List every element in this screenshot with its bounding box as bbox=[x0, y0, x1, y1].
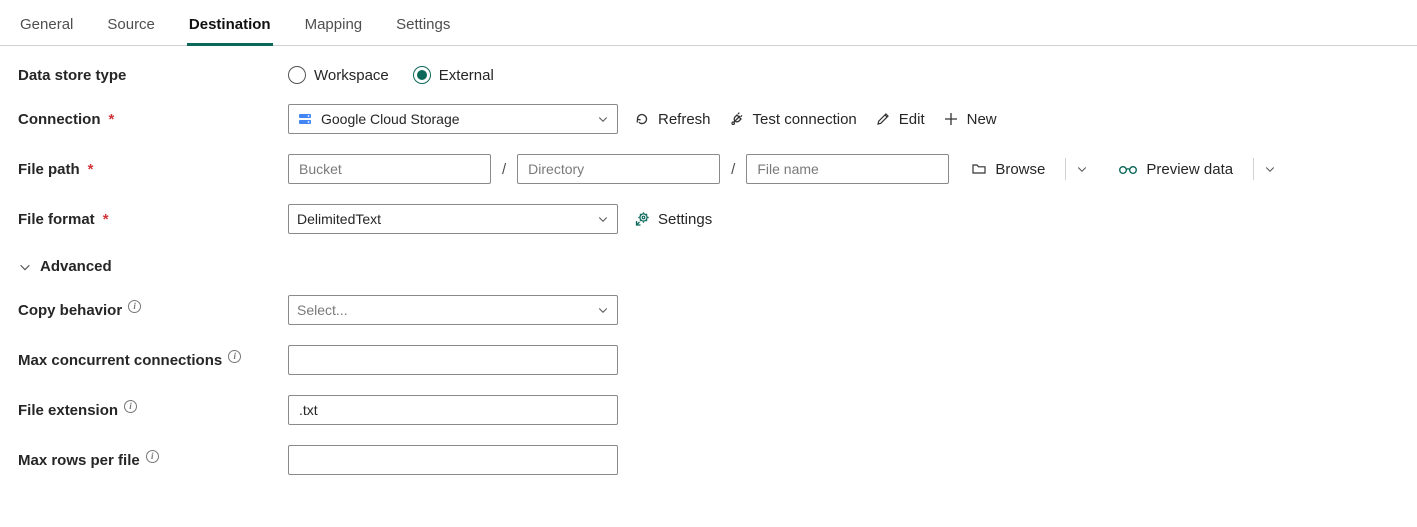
refresh-icon bbox=[634, 111, 650, 127]
format-settings-label: Settings bbox=[658, 211, 712, 228]
filename-input[interactable] bbox=[746, 154, 949, 184]
browse-more-button[interactable] bbox=[1065, 158, 1088, 180]
label-data-store-type: Data store type bbox=[18, 67, 278, 84]
info-icon[interactable]: i bbox=[124, 400, 137, 413]
label-file-path: File path* bbox=[18, 161, 278, 178]
preview-data-button[interactable]: Preview data bbox=[1116, 161, 1235, 178]
refresh-label: Refresh bbox=[658, 111, 711, 128]
file-format-select[interactable]: DelimitedText bbox=[288, 204, 618, 234]
path-separator: / bbox=[730, 161, 736, 178]
info-icon[interactable]: i bbox=[146, 450, 159, 463]
required-icon: * bbox=[109, 111, 115, 128]
directory-input[interactable] bbox=[517, 154, 720, 184]
destination-form: Data store type Workspace External Conne… bbox=[0, 46, 1417, 475]
label-max-rows: Max rows per file i bbox=[18, 452, 278, 469]
radio-external-label: External bbox=[439, 67, 494, 84]
tab-destination[interactable]: Destination bbox=[187, 8, 273, 46]
max-rows-input[interactable] bbox=[288, 445, 618, 475]
radio-dot-icon bbox=[413, 66, 431, 84]
plus-icon bbox=[943, 111, 959, 127]
chevron-down-icon bbox=[597, 304, 609, 316]
path-separator: / bbox=[501, 161, 507, 178]
test-connection-button[interactable]: Test connection bbox=[727, 111, 859, 128]
required-icon: * bbox=[88, 161, 94, 178]
radio-dot-icon bbox=[288, 66, 306, 84]
info-icon[interactable]: i bbox=[128, 300, 141, 313]
max-concurrent-input[interactable] bbox=[288, 345, 618, 375]
google-cloud-storage-icon bbox=[297, 111, 313, 127]
label-connection: Connection* bbox=[18, 111, 278, 128]
chevron-down-icon bbox=[1264, 163, 1276, 175]
label-file-format: File format* bbox=[18, 211, 278, 228]
file-path-group: / / bbox=[288, 154, 949, 184]
edit-button[interactable]: Edit bbox=[873, 111, 927, 128]
preview-label: Preview data bbox=[1146, 161, 1233, 178]
new-label: New bbox=[967, 111, 997, 128]
test-connection-label: Test connection bbox=[753, 111, 857, 128]
folder-icon bbox=[971, 161, 987, 177]
tab-general[interactable]: General bbox=[18, 8, 75, 46]
new-button[interactable]: New bbox=[941, 111, 999, 128]
pencil-icon bbox=[875, 111, 891, 127]
label-file-extension: File extension i bbox=[18, 402, 278, 419]
glasses-icon bbox=[1118, 163, 1138, 175]
tab-mapping[interactable]: Mapping bbox=[303, 8, 365, 46]
connection-value: Google Cloud Storage bbox=[321, 111, 460, 127]
plug-icon bbox=[729, 111, 745, 127]
chevron-down-icon bbox=[597, 113, 609, 125]
file-format-value: DelimitedText bbox=[297, 211, 381, 227]
radio-workspace[interactable]: Workspace bbox=[288, 66, 389, 84]
chevron-down-icon bbox=[18, 260, 32, 274]
settings-gear-icon bbox=[634, 211, 650, 227]
required-icon: * bbox=[103, 211, 109, 228]
chevron-down-icon bbox=[1076, 163, 1088, 175]
edit-label: Edit bbox=[899, 111, 925, 128]
copy-behavior-placeholder: Select... bbox=[297, 302, 348, 318]
chevron-down-icon bbox=[597, 213, 609, 225]
data-store-type-radio-group: Workspace External bbox=[288, 66, 494, 84]
refresh-button[interactable]: Refresh bbox=[632, 111, 713, 128]
file-extension-input[interactable] bbox=[288, 395, 618, 425]
info-icon[interactable]: i bbox=[228, 350, 241, 363]
radio-external[interactable]: External bbox=[413, 66, 494, 84]
format-settings-button[interactable]: Settings bbox=[632, 211, 714, 228]
bucket-input[interactable] bbox=[288, 154, 491, 184]
tab-bar: General Source Destination Mapping Setti… bbox=[0, 8, 1417, 46]
tab-source[interactable]: Source bbox=[105, 8, 157, 46]
copy-behavior-select[interactable]: Select... bbox=[288, 295, 618, 325]
preview-more-button[interactable] bbox=[1253, 158, 1276, 180]
advanced-toggle[interactable]: Advanced bbox=[18, 258, 1399, 275]
browse-label: Browse bbox=[995, 161, 1045, 178]
browse-button[interactable]: Browse bbox=[969, 161, 1047, 178]
advanced-label: Advanced bbox=[40, 258, 112, 275]
label-copy-behavior: Copy behavior i bbox=[18, 302, 278, 319]
connection-select[interactable]: Google Cloud Storage bbox=[288, 104, 618, 134]
tab-settings[interactable]: Settings bbox=[394, 8, 452, 46]
label-max-concurrent: Max concurrent connections i bbox=[18, 352, 278, 369]
radio-workspace-label: Workspace bbox=[314, 67, 389, 84]
